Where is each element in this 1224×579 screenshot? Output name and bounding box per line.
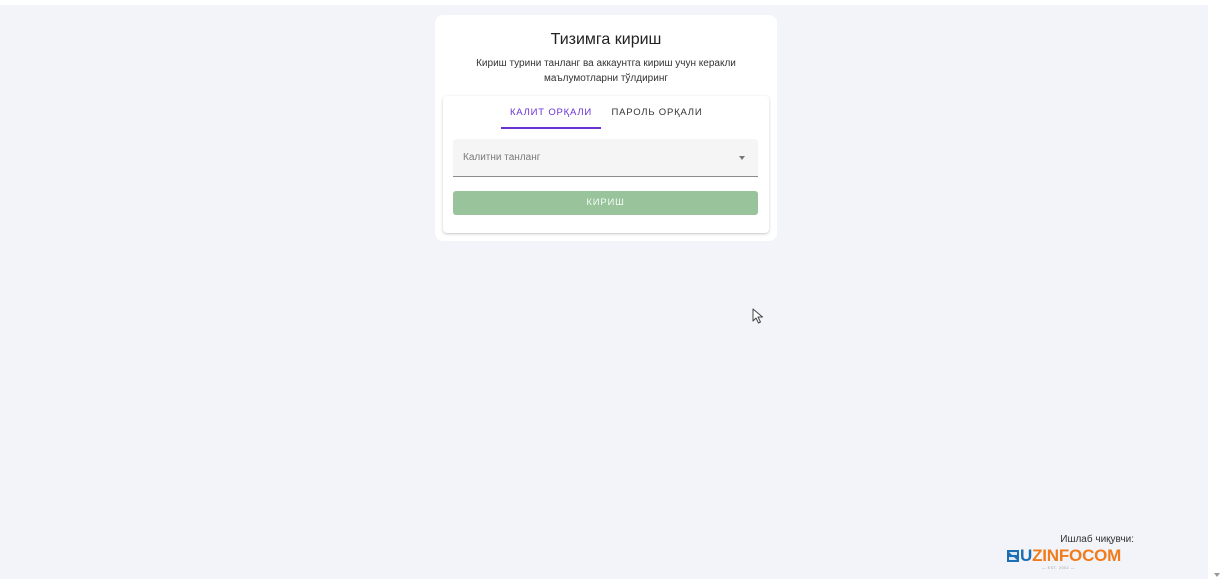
active-tab-indicator xyxy=(501,127,601,129)
scroll-down-arrow-icon[interactable] xyxy=(1214,573,1220,577)
page-title: Тизимга кириш xyxy=(550,31,662,48)
logo-text: UZINFOCOM xyxy=(1020,546,1121,566)
tab-key[interactable]: КАЛИТ ОРҚАЛИ xyxy=(501,96,601,129)
page-scrollbar[interactable] xyxy=(1208,0,1224,579)
logo-est: — EST. 2002 — xyxy=(1042,566,1075,570)
mouse-pointer-icon xyxy=(752,308,763,324)
made-by-label: Ишлаб чиқувчи: xyxy=(1060,534,1134,545)
uzinfocom-logo-icon xyxy=(1007,550,1019,562)
logo-text-value: UZINFOCOM xyxy=(1020,546,1122,565)
login-card: Тизимга кириш Кириш турини танланг ва ак… xyxy=(435,15,777,241)
uzinfocom-logo: UZINFOCOM — EST. 2002 — xyxy=(1007,546,1137,572)
login-form-panel: КАЛИТ ОРҚАЛИ ПАРОЛЬ ОРҚАЛИ Калитни танла… xyxy=(443,96,769,233)
tab-password-label: ПАРОЛЬ ОРҚАЛИ xyxy=(611,107,703,118)
key-select-placeholder: Калитни танланг xyxy=(463,152,541,163)
tab-key-label: КАЛИТ ОРҚАЛИ xyxy=(509,107,593,118)
page-subtitle: Кириш турини танланг ва аккаунтга кириш … xyxy=(476,58,736,84)
footer-branding: Ишлаб чиқувчи: UZINFOCOM — EST. 2002 — xyxy=(1000,534,1140,574)
tab-password[interactable]: ПАРОЛЬ ОРҚАЛИ xyxy=(607,96,707,129)
login-page: Тизимга кириш Кириш турини танланг ва ак… xyxy=(0,0,1224,579)
key-select[interactable]: Калитни танланг xyxy=(453,139,758,177)
login-button[interactable]: КИРИШ xyxy=(453,191,758,215)
login-tabs: КАЛИТ ОРҚАЛИ ПАРОЛЬ ОРҚАЛИ xyxy=(443,96,769,129)
top-strip xyxy=(0,0,1208,5)
chevron-down-icon xyxy=(739,156,745,160)
